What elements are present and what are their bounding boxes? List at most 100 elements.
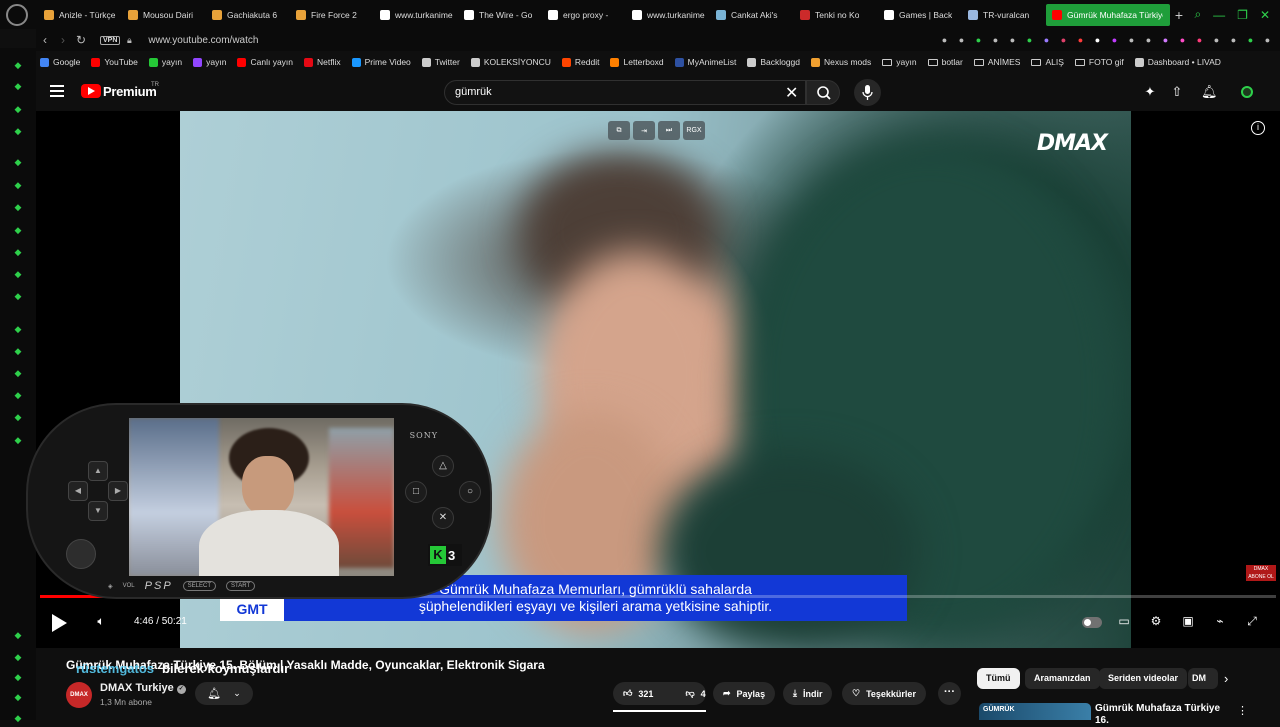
- skip-icon[interactable]: ⏭: [658, 121, 680, 140]
- voice-search-button[interactable]: [854, 79, 881, 106]
- sidebar-x-icon[interactable]: ◆: [11, 268, 25, 280]
- chip-1[interactable]: Aramanızdan: [1025, 668, 1100, 689]
- maximize-button[interactable]: ❐: [1237, 8, 1248, 22]
- bookmark-item[interactable]: yayın: [148, 57, 182, 67]
- screenshot-extension-icon[interactable]: ●: [955, 34, 968, 47]
- sidebar-discord-2-icon[interactable]: ◆: [11, 671, 25, 683]
- block-extension-icon[interactable]: ●: [1057, 34, 1070, 47]
- sidebar-downloads-icon[interactable]: ◆: [11, 389, 25, 401]
- diamond-extension-icon[interactable]: ●: [1091, 34, 1104, 47]
- bookmark-item[interactable]: YouTube: [91, 57, 138, 67]
- autoplay-toggle[interactable]: [1082, 617, 1102, 628]
- channel-avatar[interactable]: DMAX: [66, 682, 92, 708]
- miniplayer-icon[interactable]: ▣: [1180, 614, 1196, 630]
- channel-name[interactable]: DMAX Turkiye ✓: [100, 682, 186, 694]
- chip-3[interactable]: DM: [1188, 668, 1218, 689]
- bookmark-item[interactable]: Backloggd: [747, 57, 800, 67]
- audio-extension-icon[interactable]: ●: [1040, 34, 1053, 47]
- bookmark-item[interactable]: Canlı yayın: [237, 57, 293, 67]
- browser-tab[interactable]: Gümrük Muhafaza Türkiye: [1046, 3, 1170, 26]
- search-tabs-icon[interactable]: ⌕: [1194, 7, 1201, 22]
- bookmark-item[interactable]: botlar: [927, 57, 963, 67]
- sidebar-aria-icon[interactable]: ◆: [11, 156, 25, 168]
- subtitles-icon[interactable]: ▭: [1116, 614, 1132, 630]
- browser-tab[interactable]: www.turkanime: [374, 4, 458, 26]
- dislike-button[interactable]: 👎︎ 4: [675, 682, 715, 705]
- clear-search-icon[interactable]: ✕: [785, 83, 798, 103]
- heart-extension-icon[interactable]: ●: [1006, 34, 1019, 47]
- bookmark-item[interactable]: KOLEKSİYONCU: [470, 57, 551, 67]
- more-actions-button[interactable]: ···: [938, 682, 961, 705]
- extension-puzzle-icon[interactable]: ✦: [1142, 84, 1158, 100]
- sidebar-player-icon[interactable]: ◆: [11, 629, 25, 641]
- sidebar-more-icon[interactable]: ◆: [11, 712, 25, 724]
- exit-icon[interactable]: ⇥: [633, 121, 655, 140]
- search-button[interactable]: [806, 80, 840, 105]
- mail-extension-icon[interactable]: ●: [1193, 34, 1206, 47]
- bookmark-item[interactable]: MyAnimeList: [674, 57, 736, 67]
- translate-extension-icon[interactable]: ●: [1210, 34, 1223, 47]
- premium-logo-text[interactable]: Premium: [103, 84, 157, 99]
- sidebar-settings-cog-icon[interactable]: ◆: [11, 179, 25, 191]
- shield-extension-icon[interactable]: ●: [972, 34, 985, 47]
- share-button[interactable]: ➦ Paylaş: [713, 682, 776, 705]
- thanks-button[interactable]: ♡ Teşekkürler: [842, 682, 926, 705]
- play-extension-icon[interactable]: ●: [989, 34, 1002, 47]
- browser-tab[interactable]: Games | Back: [878, 4, 962, 26]
- back-icon[interactable]: ‹: [36, 33, 54, 47]
- chevron-right-icon[interactable]: ›: [1224, 671, 1228, 686]
- browser-tab[interactable]: Cankat Aki's: [710, 4, 794, 26]
- sidebar-settings-icon[interactable]: ◆: [11, 434, 25, 446]
- volume-icon[interactable]: 🔈︎: [93, 614, 109, 630]
- youtube-logo-icon[interactable]: [81, 84, 101, 98]
- sidebar-gx-icon[interactable]: ◆: [11, 691, 25, 703]
- forward-icon[interactable]: ›: [54, 33, 72, 47]
- channel-name-text[interactable]: DMAX Turkiye: [100, 682, 174, 694]
- pin-extension-icon[interactable]: ●: [938, 34, 951, 47]
- chip-0[interactable]: Tümü: [977, 668, 1020, 689]
- close-window-button[interactable]: ✕: [1260, 8, 1270, 22]
- browser-tab[interactable]: Mousou Dairi: [122, 4, 206, 26]
- bookmark-item[interactable]: Nexus mods: [811, 57, 871, 67]
- pip-icon[interactable]: ⧉: [608, 121, 630, 140]
- url-field[interactable]: www.youtube.com/watch: [148, 35, 258, 46]
- like-button[interactable]: 👍︎ 321: [613, 682, 663, 705]
- cube-extension-icon[interactable]: ●: [1108, 34, 1121, 47]
- chip-2[interactable]: Seriden videolar: [1099, 668, 1188, 689]
- bookmark-item[interactable]: Netflix: [304, 57, 341, 67]
- browser-tab[interactable]: TR-vuralcan: [962, 4, 1046, 26]
- sidebar-music-icon[interactable]: ◆: [11, 651, 25, 663]
- sidebar-clock-icon[interactable]: ◆: [11, 367, 25, 379]
- globe-extension-icon[interactable]: ●: [1125, 34, 1138, 47]
- subscribed-bell-button[interactable]: 🔔︎ ⌄: [195, 682, 253, 705]
- browser-tab[interactable]: Fire Force 2: [290, 4, 374, 26]
- info-icon[interactable]: i: [1251, 121, 1265, 135]
- sidebar-history-icon[interactable]: ◆: [11, 80, 25, 92]
- vpn-badge[interactable]: VPN: [100, 35, 121, 45]
- recommended-menu-icon[interactable]: ⋮: [1237, 704, 1248, 717]
- play-button[interactable]: [52, 614, 67, 632]
- sidebar-wallet-icon[interactable]: ◆: [11, 103, 25, 115]
- bookmark-item[interactable]: Dashboard • LIVAD: [1134, 57, 1221, 67]
- lock-icon[interactable]: 🔒︎: [120, 35, 138, 46]
- sidebar-apps-icon[interactable]: ◆: [11, 323, 25, 335]
- bookmark-item[interactable]: yayın: [193, 57, 226, 67]
- rgx-button[interactable]: RGX: [683, 121, 705, 140]
- bookmark-item[interactable]: Twitter: [421, 57, 460, 67]
- bookmark-item[interactable]: ANİMES: [973, 57, 1020, 67]
- recommended-title[interactable]: Gümrük Muhafaza Türkiye 16.: [1095, 703, 1235, 727]
- notifications-bell-icon[interactable]: 🔔︎: [1201, 84, 1218, 100]
- sidebar-heart-icon[interactable]: ◆: [11, 345, 25, 357]
- menu-icon[interactable]: [50, 85, 64, 97]
- download-button[interactable]: ⤓ İndir: [783, 682, 833, 705]
- sidebar-tasks-icon[interactable]: ◆: [11, 125, 25, 137]
- upload-icon[interactable]: ⇧: [1169, 84, 1185, 100]
- new-tab-button[interactable]: +: [1170, 7, 1188, 23]
- fullscreen-icon[interactable]: ⤢: [1244, 614, 1260, 630]
- account-avatar[interactable]: [1241, 86, 1253, 98]
- browser-tab[interactable]: The Wire - Go: [458, 4, 542, 26]
- sidebar-messages-icon[interactable]: ◆: [11, 59, 25, 71]
- separator-extension-icon[interactable]: ●: [1023, 34, 1036, 47]
- bookmark-item[interactable]: ALIŞ: [1031, 57, 1064, 67]
- browser-tab[interactable]: Gachiakuta 6: [206, 4, 290, 26]
